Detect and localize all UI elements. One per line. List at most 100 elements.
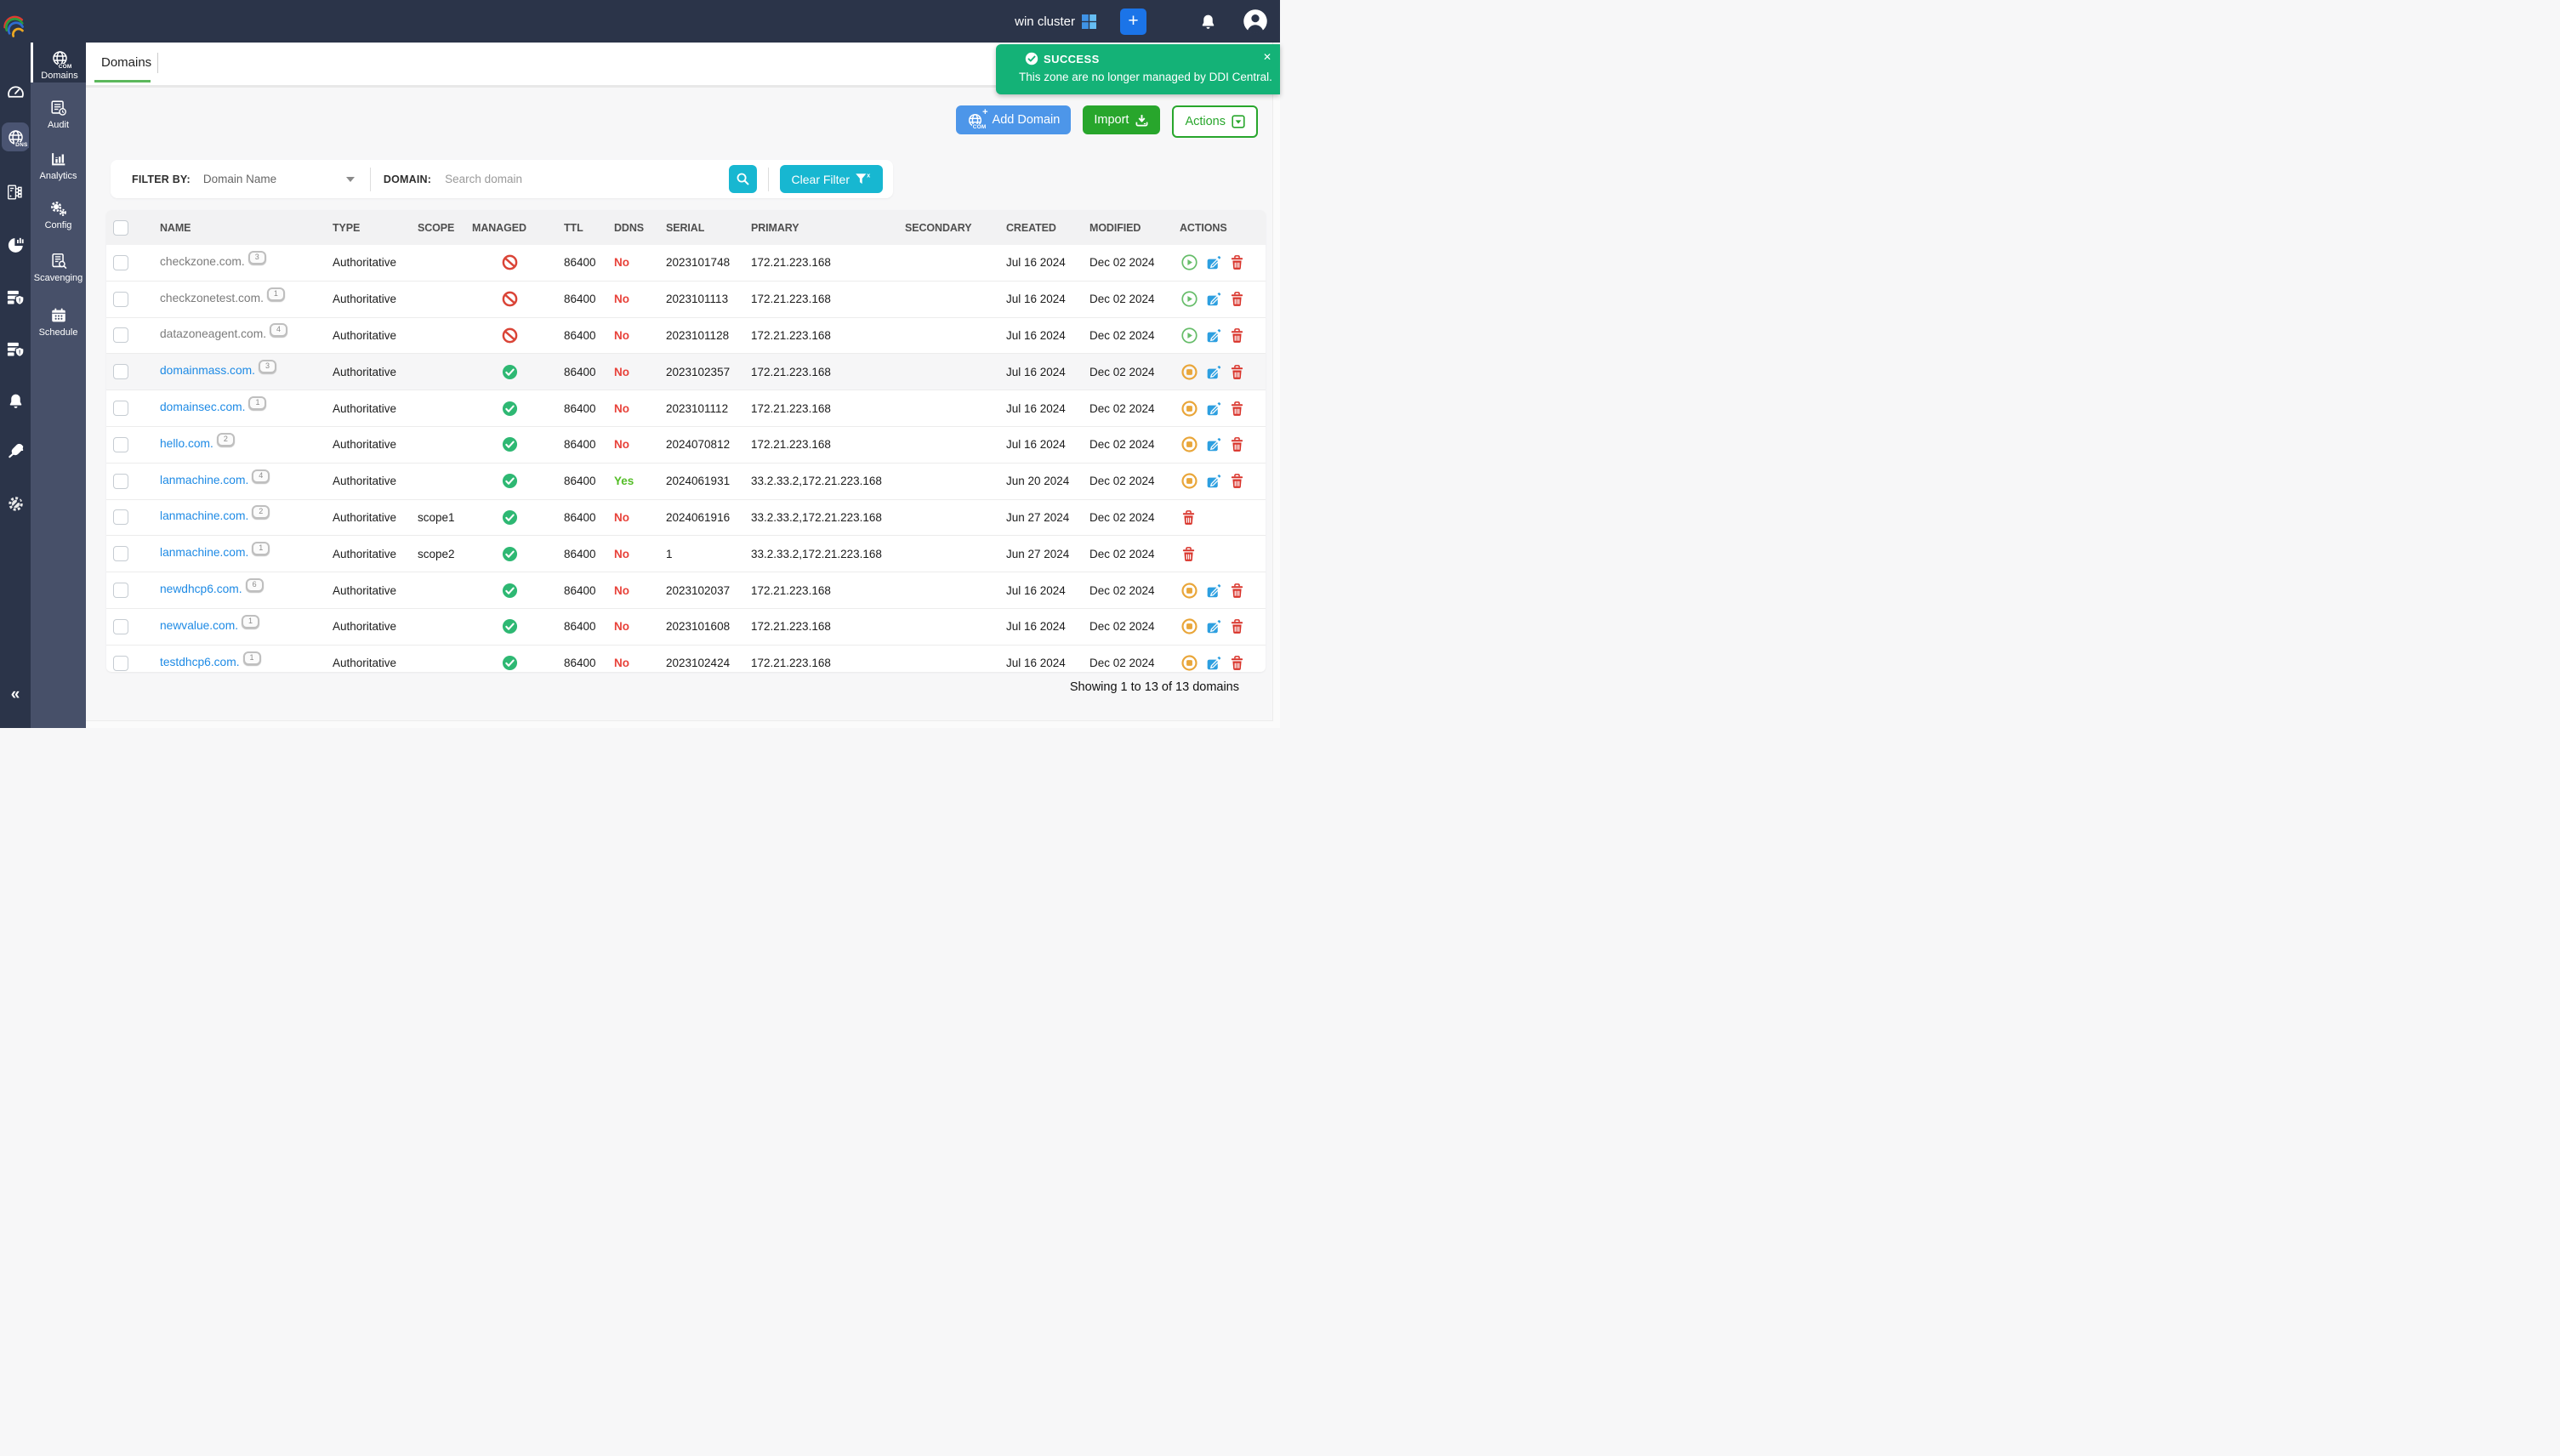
row-checkbox[interactable] bbox=[113, 474, 128, 489]
domain-search-input[interactable] bbox=[443, 172, 702, 186]
delete-action-button[interactable] bbox=[1230, 327, 1244, 344]
domain-name-link[interactable]: newvalue.com. bbox=[160, 619, 238, 632]
row-checkbox[interactable] bbox=[113, 583, 128, 598]
edit-action-button[interactable] bbox=[1205, 583, 1222, 599]
edit-action-button[interactable] bbox=[1205, 655, 1222, 671]
delete-action-button[interactable] bbox=[1181, 546, 1196, 562]
domain-name-link[interactable]: domainmass.com. bbox=[160, 364, 255, 377]
row-checkbox[interactable] bbox=[113, 327, 128, 343]
row-actions bbox=[1180, 436, 1266, 452]
domain-name-link[interactable]: checkzone.com. bbox=[160, 255, 245, 268]
select-all-checkbox[interactable] bbox=[113, 220, 128, 236]
tab-domains[interactable]: Domains bbox=[94, 43, 158, 82]
domain-name-link[interactable]: lanmachine.com. bbox=[160, 546, 248, 559]
table-row: lanmachine.com.1 Authoritative scope2 86… bbox=[106, 535, 1266, 572]
filter-by-select[interactable]: Domain Name bbox=[203, 173, 355, 185]
row-checkbox[interactable] bbox=[113, 509, 128, 525]
sidebar-item-domains[interactable]: COM Domains bbox=[31, 36, 86, 82]
cluster-selector[interactable]: win cluster bbox=[1015, 14, 1096, 29]
clear-filter-button[interactable]: Clear Filter x bbox=[780, 165, 883, 193]
primary-cell: 172.21.223.168 bbox=[746, 620, 900, 633]
edit-action-button[interactable] bbox=[1205, 473, 1222, 489]
edit-action-button[interactable] bbox=[1205, 327, 1222, 344]
delete-action-button[interactable] bbox=[1230, 436, 1244, 452]
search-button[interactable] bbox=[729, 165, 757, 193]
tools-gear-icon[interactable] bbox=[0, 489, 31, 518]
start-action-button[interactable] bbox=[1181, 291, 1198, 307]
serial-cell: 1 bbox=[663, 548, 746, 560]
col-modified: MODIFIED bbox=[1086, 222, 1180, 234]
sidebar-item-analytics[interactable]: Analytics bbox=[31, 143, 86, 191]
alerts-bell-icon[interactable] bbox=[0, 386, 31, 415]
toast-close-icon[interactable]: ✕ bbox=[1263, 51, 1271, 63]
vertical-scrollbar[interactable] bbox=[1272, 43, 1280, 728]
delete-action-button[interactable] bbox=[1230, 364, 1244, 380]
row-checkbox[interactable] bbox=[113, 437, 128, 452]
domains-table: NAME TYPE SCOPE MANAGED TTL DDNS SERIAL … bbox=[106, 210, 1266, 672]
dns-module-icon[interactable]: DNS bbox=[2, 122, 29, 151]
edit-action-button[interactable] bbox=[1205, 401, 1222, 417]
server-alert-icon-2[interactable]: ! bbox=[0, 334, 31, 363]
domain-name-link[interactable]: datazoneagent.com. bbox=[160, 327, 266, 340]
row-checkbox[interactable] bbox=[113, 656, 128, 671]
start-action-button[interactable] bbox=[1181, 254, 1198, 270]
sidebar-collapse-button[interactable]: « bbox=[0, 685, 31, 704]
row-checkbox[interactable] bbox=[113, 255, 128, 270]
domain-name-link[interactable]: hello.com. bbox=[160, 437, 213, 450]
delete-action-button[interactable] bbox=[1230, 291, 1244, 307]
add-domain-button[interactable]: COM + Add Domain bbox=[956, 105, 1072, 134]
delete-action-button[interactable] bbox=[1230, 401, 1244, 417]
edit-action-button[interactable] bbox=[1205, 618, 1222, 634]
type-cell: Authoritative bbox=[333, 548, 418, 560]
domain-name-link[interactable]: testdhcp6.com. bbox=[160, 656, 240, 668]
domain-name-link[interactable]: lanmachine.com. bbox=[160, 474, 248, 486]
add-new-button[interactable]: + bbox=[1120, 9, 1146, 35]
delete-action-button[interactable] bbox=[1230, 583, 1244, 599]
edit-action-button[interactable] bbox=[1205, 254, 1222, 270]
actions-dropdown-button[interactable]: Actions bbox=[1172, 105, 1258, 138]
sidebar-item-audit[interactable]: Audit bbox=[31, 92, 86, 139]
row-checkbox[interactable] bbox=[113, 364, 128, 379]
row-checkbox[interactable] bbox=[113, 292, 128, 307]
stop-action-button[interactable] bbox=[1181, 401, 1198, 417]
stop-action-button[interactable] bbox=[1181, 655, 1198, 671]
sidebar-item-schedule[interactable]: Schedule bbox=[31, 299, 86, 347]
primary-cell: 33.2.33.2,172.21.223.168 bbox=[746, 511, 900, 524]
delete-action-button[interactable] bbox=[1181, 509, 1196, 526]
user-avatar[interactable] bbox=[1243, 9, 1268, 34]
row-checkbox[interactable] bbox=[113, 546, 128, 561]
delete-action-button[interactable] bbox=[1230, 473, 1244, 489]
import-button[interactable]: Import bbox=[1083, 105, 1160, 134]
delete-action-button[interactable] bbox=[1230, 254, 1244, 270]
integrations-plug-icon[interactable] bbox=[0, 436, 31, 465]
domain-name-link[interactable]: newdhcp6.com. bbox=[160, 583, 242, 595]
server-alert-icon[interactable]: ! bbox=[0, 282, 31, 311]
domain-name-link[interactable]: lanmachine.com. bbox=[160, 509, 248, 522]
stop-action-button[interactable] bbox=[1181, 436, 1198, 452]
type-cell: Authoritative bbox=[333, 366, 418, 378]
reports-pie-icon[interactable] bbox=[0, 230, 31, 259]
dashboard-icon[interactable] bbox=[0, 77, 31, 105]
delete-action-button[interactable] bbox=[1230, 618, 1244, 634]
stop-action-button[interactable] bbox=[1181, 583, 1198, 599]
row-checkbox[interactable] bbox=[113, 401, 128, 416]
stop-action-button[interactable] bbox=[1181, 364, 1198, 380]
horizontal-scrollbar[interactable] bbox=[86, 720, 1273, 728]
dhcp-server-icon[interactable] bbox=[0, 178, 31, 207]
edit-action-button[interactable] bbox=[1205, 291, 1222, 307]
edit-action-button[interactable] bbox=[1205, 364, 1222, 380]
domain-name-link[interactable]: checkzonetest.com. bbox=[160, 292, 264, 304]
edit-action-button[interactable] bbox=[1205, 436, 1222, 452]
delete-action-button[interactable] bbox=[1230, 655, 1244, 671]
domain-name-link[interactable]: domainsec.com. bbox=[160, 401, 245, 413]
stop-action-button[interactable] bbox=[1181, 618, 1198, 634]
tab-divider bbox=[157, 53, 158, 73]
row-checkbox[interactable] bbox=[113, 619, 128, 634]
sidebar-item-config[interactable]: Config bbox=[31, 192, 86, 240]
start-action-button[interactable] bbox=[1181, 327, 1198, 344]
stop-action-button[interactable] bbox=[1181, 473, 1198, 489]
notifications-bell-icon[interactable] bbox=[1199, 13, 1217, 31]
managed-status-icon bbox=[472, 364, 557, 380]
filter-bar: FILTER BY: Domain Name DOMAIN: Clear Fil… bbox=[111, 160, 893, 198]
sidebar-item-scavenging[interactable]: Scavenging bbox=[31, 245, 86, 293]
